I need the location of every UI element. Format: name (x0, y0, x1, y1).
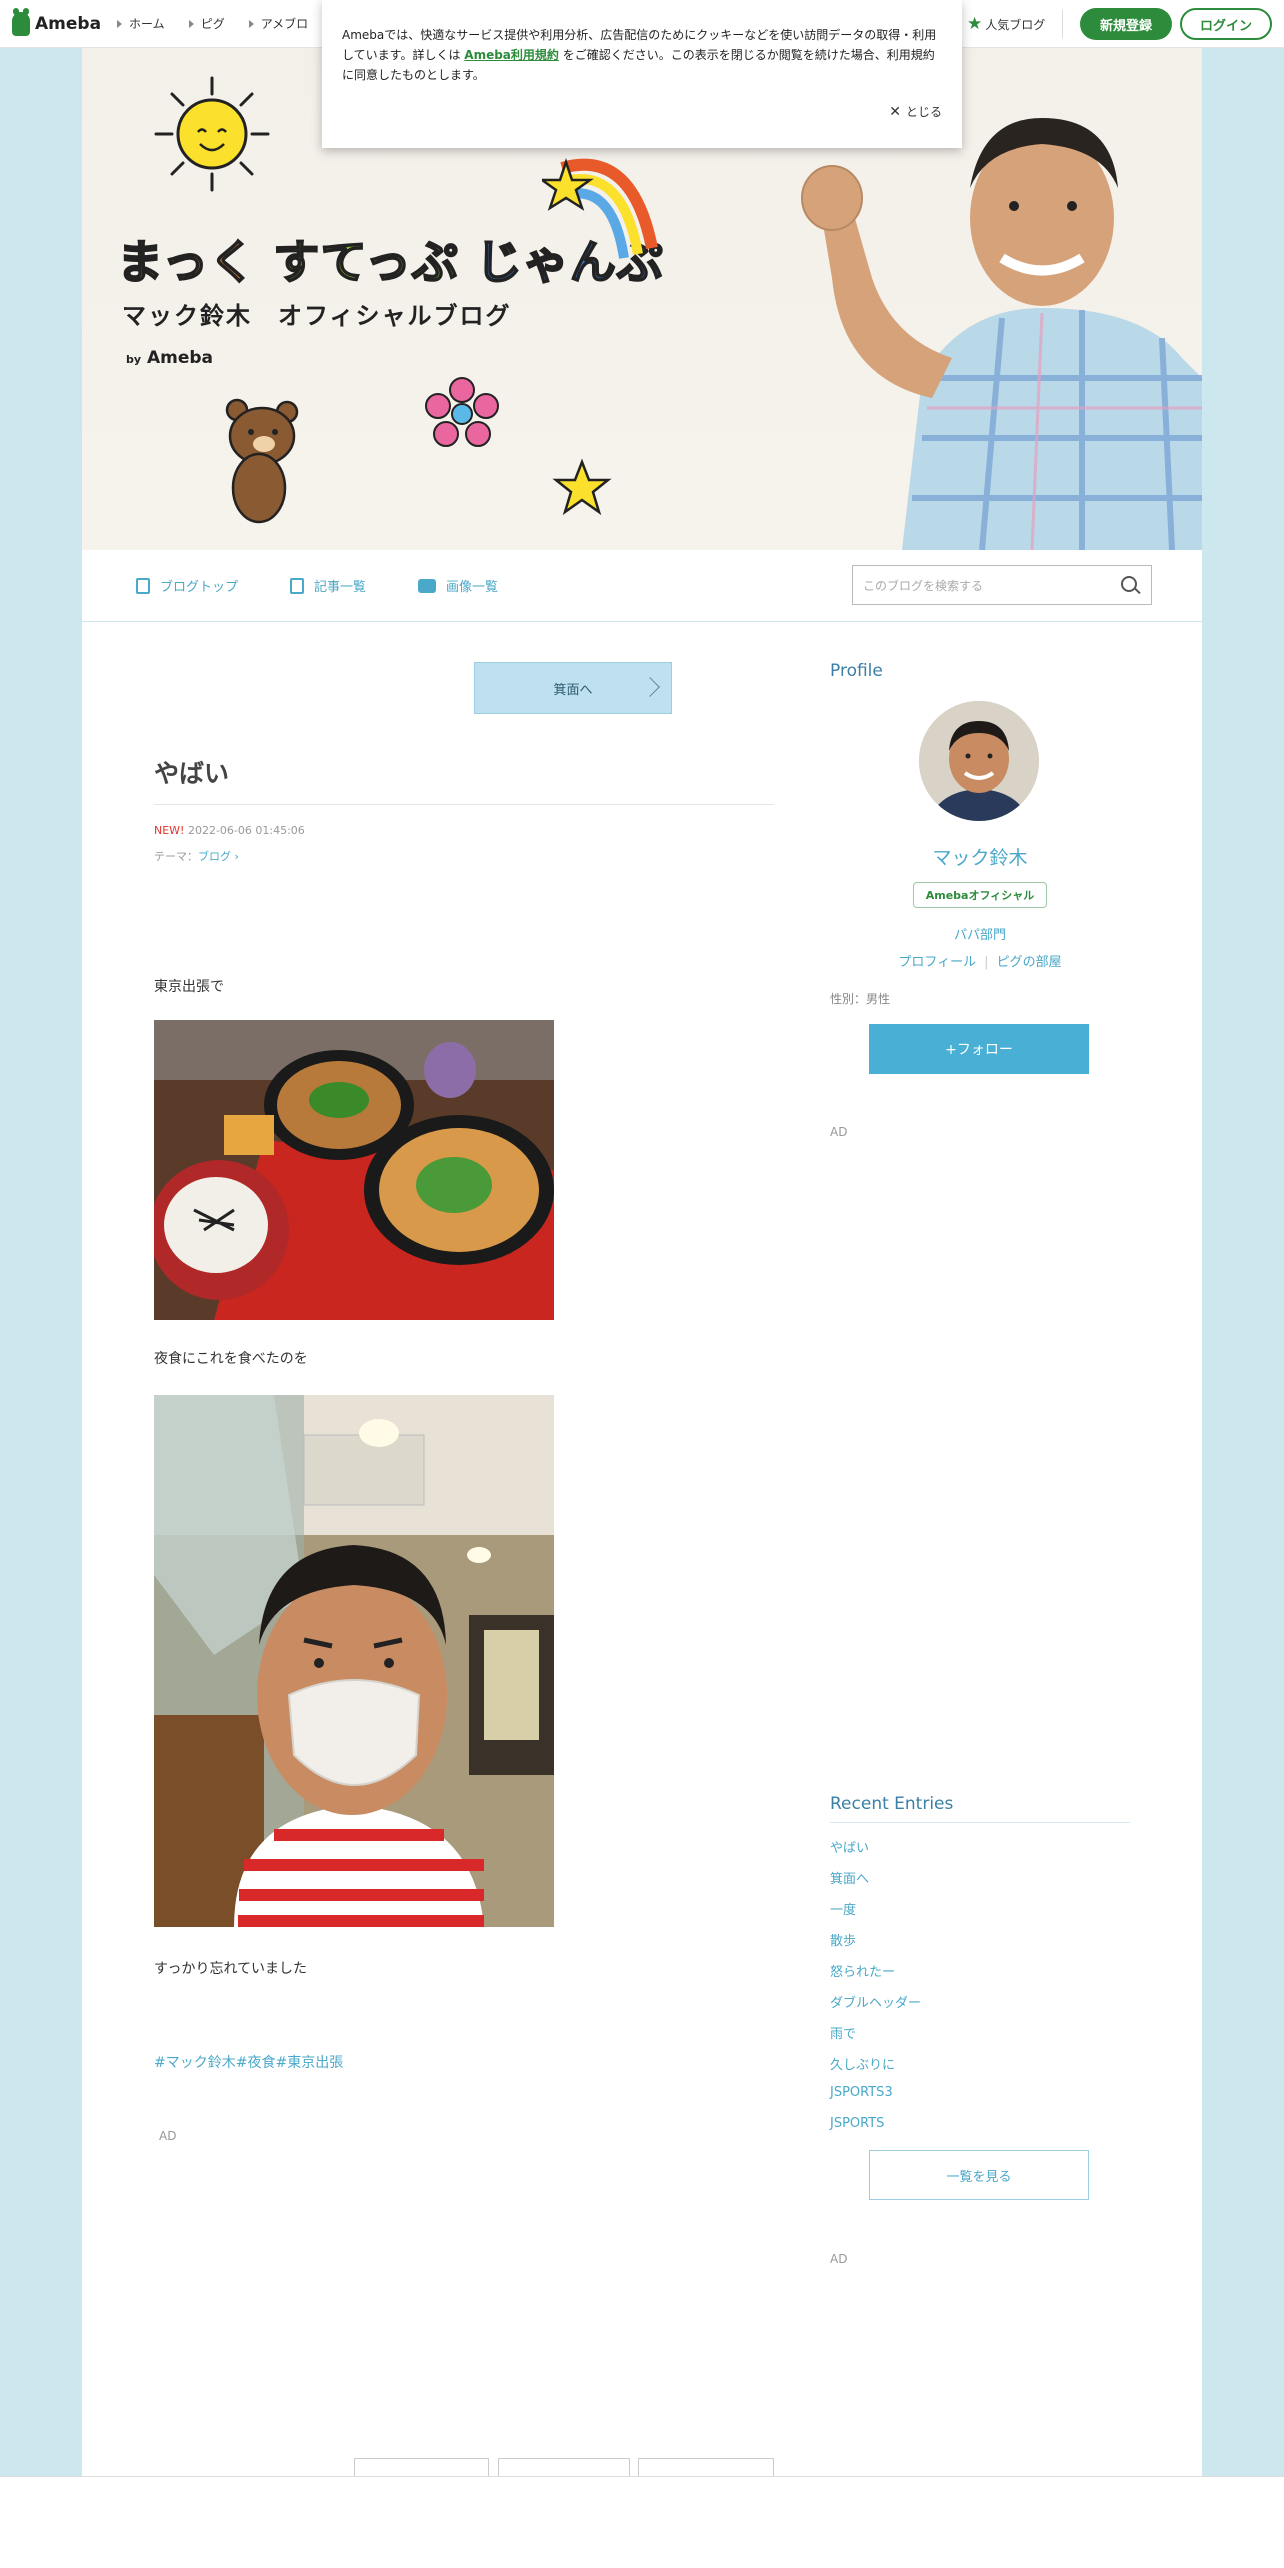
nav-ameblo[interactable]: アメブロ (248, 15, 308, 32)
ad-label: AD (830, 1125, 848, 1139)
profile-links: プロフィール | ピグの部屋 (830, 951, 1130, 970)
divider (154, 804, 774, 805)
recent-entry-link[interactable]: ダブルヘッダー (830, 1992, 921, 2011)
recent-entry-link[interactable]: JSPORTS (830, 2116, 884, 2131)
cookie-text: Amebaでは、快適なサービス提供や利用分析、広告配信のためにクッキーなどを使い… (342, 28, 937, 82)
star-icon: ★ (967, 14, 983, 34)
copy-icon (290, 577, 305, 594)
bottom-bar (0, 2476, 1284, 2568)
profile-link[interactable]: プロフィール (898, 955, 976, 970)
popular-blogs-link[interactable]: ★ 人気ブログ (967, 14, 1045, 34)
nav-home[interactable]: ホーム (117, 15, 165, 32)
avatar-image (919, 701, 1039, 821)
global-nav: ホーム ピグ アメブロ (117, 15, 332, 32)
logo-text: Ameba (35, 13, 102, 34)
article-photo-selfie[interactable] (154, 1395, 554, 1927)
cookie-notice: Amebaでは、快適なサービス提供や利用分析、広告配信のためにクッキーなどを使い… (322, 0, 962, 148)
article-paragraph: すっかり忘れていました (154, 1961, 308, 1977)
triangle-right-icon (188, 19, 194, 28)
blogger-photo (801, 118, 1202, 550)
see-all-button[interactable]: 一覧を見る (869, 2150, 1089, 2200)
ad-label: AD (159, 2129, 177, 2143)
cookie-close-button[interactable]: ✕ とじる (889, 102, 942, 122)
divider (1062, 10, 1063, 38)
hashtag-list: #マック鈴木 #夜食 #東京出張 (154, 2052, 343, 2072)
pigg-room-link[interactable]: ピグの部屋 (997, 955, 1062, 970)
terms-link[interactable]: Ameba利用規約 (464, 48, 559, 62)
hashtag-link[interactable]: #マック鈴木 (154, 2052, 236, 2072)
by-ameba-logo: by Ameba (126, 348, 214, 368)
recent-entries-heading: Recent Entries (830, 1794, 954, 1814)
triangle-right-icon (248, 19, 254, 28)
article-theme: テーマ：ブログ › (154, 850, 239, 863)
divider (830, 1822, 1130, 1823)
article-photo-food[interactable] (154, 1020, 554, 1320)
previous-article-button[interactable]: 箕面へ (474, 662, 672, 714)
article-meta: NEW! 2022-06-06 01:45:06 (154, 824, 305, 837)
selfie-photo-image (154, 1395, 554, 1927)
bear-icon (225, 398, 299, 524)
close-icon: ✕ (889, 104, 901, 120)
flower-icon (425, 377, 499, 447)
search-icon[interactable] (1121, 576, 1137, 592)
recent-entry-link[interactable]: 一度 (830, 1899, 856, 1918)
camera-icon (418, 578, 437, 593)
document-icon (136, 577, 150, 594)
sun-icon (154, 76, 270, 192)
avatar[interactable] (919, 701, 1039, 821)
chevron-right-icon (640, 677, 660, 697)
article-title: やばい (154, 759, 230, 788)
article-paragraph: 夜食にこれを食べたのを (154, 1351, 308, 1367)
hashtag-link[interactable]: #夜食 (236, 2052, 276, 2072)
profile-heading: Profile (830, 661, 883, 681)
nav-image-list[interactable]: 画像一覧 (418, 576, 498, 595)
hashtag-link[interactable]: #東京出張 (275, 2052, 343, 2072)
food-photo-image (154, 1020, 554, 1320)
nav-pigg[interactable]: ピグ (188, 15, 225, 32)
profile-name[interactable]: マック鈴木 (830, 843, 1130, 870)
category-link[interactable]: パパ部門 (830, 924, 1130, 943)
follow-button[interactable]: +フォロー (869, 1024, 1089, 1074)
ameba-mascot-icon (12, 7, 30, 36)
article-paragraph: 東京出張で (154, 979, 224, 995)
recent-entry-link[interactable]: 散歩 (830, 1930, 856, 1949)
nav-article-list[interactable]: 記事一覧 (290, 576, 366, 595)
recent-entry-link[interactable]: 怒られたー (830, 1961, 895, 1980)
profile-gender: 性別：男性 (830, 992, 891, 1006)
login-button[interactable]: ログイン (1180, 8, 1272, 40)
blog-search-input[interactable]: このブログを検索する (852, 565, 1152, 605)
triangle-right-icon (117, 19, 123, 28)
blog-container: まっく すてっぷ じゃんぷ マック鈴木 オフィシャルブログ by Ameba ブ… (82, 48, 1202, 2568)
nav-blog-top[interactable]: ブログトップ (136, 576, 238, 595)
recent-entry-link[interactable]: 雨で (830, 2023, 856, 2042)
new-badge: NEW! (154, 824, 185, 837)
recent-entry-link[interactable]: やばい (830, 1837, 869, 1856)
ameba-logo[interactable]: Ameba (12, 7, 102, 36)
recent-entry-link[interactable]: JSPORTS3 (830, 2085, 893, 2100)
blog-nav: ブログトップ 記事一覧 画像一覧 このブログを検索する (82, 550, 1202, 622)
divider: | (984, 955, 989, 970)
ad-label: AD (830, 2252, 848, 2266)
theme-link[interactable]: ブログ › (198, 850, 239, 863)
shooting-star-icon (542, 158, 658, 259)
official-badge: Amebaオフィシャル (913, 882, 1047, 908)
recent-entry-link[interactable]: 久しぶりに (830, 2054, 895, 2073)
article-datetime: 2022-06-06 01:45:06 (187, 824, 305, 837)
blog-subtitle: マック鈴木 オフィシャルブログ (122, 302, 512, 330)
star-icon (552, 458, 612, 516)
recent-entry-link[interactable]: 箕面へ (830, 1868, 869, 1887)
register-button[interactable]: 新規登録 (1080, 8, 1172, 40)
